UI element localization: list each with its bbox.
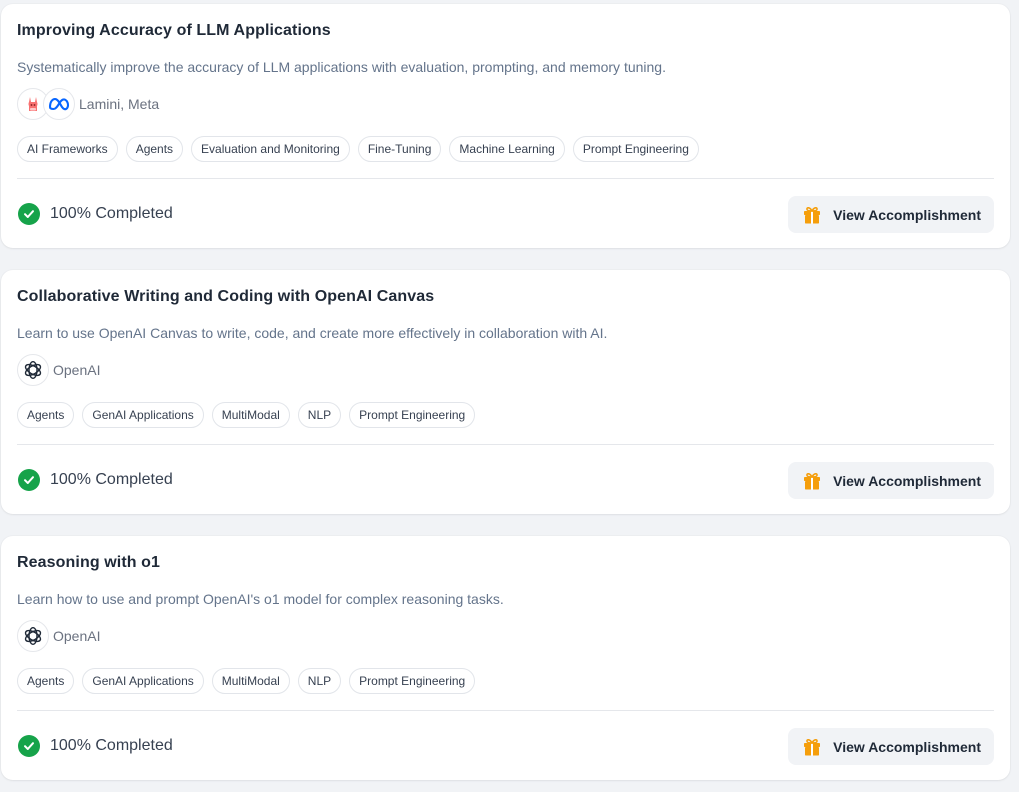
partner-row: OpenAI [17, 354, 100, 386]
tag[interactable]: NLP [297, 402, 342, 428]
openai-logo-icon [17, 620, 49, 652]
tag-list: AI Frameworks Agents Evaluation and Moni… [17, 136, 699, 162]
course-description: Learn how to use and prompt OpenAI's o1 … [17, 591, 504, 607]
completion-status: 100% Completed [18, 203, 173, 225]
tag[interactable]: Agents [17, 402, 75, 428]
view-accomplishment-button[interactable]: View Accomplishment [788, 462, 994, 499]
card-divider [17, 444, 994, 445]
partner-names: Lamini, Meta [79, 96, 160, 112]
course-card[interactable]: Collaborative Writing and Coding with Op… [1, 270, 1010, 514]
partner-row: OpenAI [17, 620, 100, 652]
status-text: 100% Completed [50, 205, 173, 222]
tag[interactable]: AI Frameworks [17, 136, 118, 162]
course-title[interactable]: Collaborative Writing and Coding with Op… [17, 288, 434, 306]
tag[interactable]: NLP [297, 668, 342, 694]
partner-row: Lamini, Meta [17, 88, 159, 120]
course-card[interactable]: Improving Accuracy of LLM Applications S… [1, 4, 1010, 248]
view-accomplishment-button[interactable]: View Accomplishment [788, 728, 994, 765]
view-accomplishment-label: View Accomplishment [833, 472, 981, 489]
status-text: 100% Completed [50, 737, 173, 754]
tag[interactable]: Prompt Engineering [349, 402, 476, 428]
tag[interactable]: Evaluation and Monitoring [191, 136, 350, 162]
gift-icon [801, 204, 823, 226]
meta-logo-icon [43, 88, 75, 120]
view-accomplishment-button[interactable]: View Accomplishment [788, 196, 994, 233]
tag[interactable]: MultiModal [211, 402, 290, 428]
course-title[interactable]: Improving Accuracy of LLM Applications [17, 22, 331, 40]
tag[interactable]: GenAI Applications [82, 402, 204, 428]
view-accomplishment-label: View Accomplishment [833, 206, 981, 223]
partner-names: OpenAI [53, 362, 101, 378]
tag[interactable]: Fine-Tuning [357, 136, 442, 162]
tag[interactable]: Prompt Engineering [572, 136, 699, 162]
tag[interactable]: Prompt Engineering [349, 668, 476, 694]
gift-icon [801, 736, 823, 758]
course-description: Systematically improve the accuracy of L… [17, 59, 666, 75]
check-circle-icon [18, 469, 40, 491]
check-circle-icon [18, 203, 40, 225]
partner-names: OpenAI [53, 628, 101, 644]
openai-logo-icon [17, 354, 49, 386]
view-accomplishment-label: View Accomplishment [833, 738, 981, 755]
gift-icon [801, 470, 823, 492]
tag[interactable]: Agents [125, 136, 184, 162]
tag[interactable]: Agents [17, 668, 75, 694]
status-text: 100% Completed [50, 471, 173, 488]
course-list: Improving Accuracy of LLM Applications S… [0, 0, 1019, 792]
tag[interactable]: Machine Learning [449, 136, 565, 162]
completion-status: 100% Completed [18, 469, 173, 491]
card-divider [17, 710, 994, 711]
course-title[interactable]: Reasoning with o1 [17, 554, 160, 572]
tag[interactable]: GenAI Applications [82, 668, 204, 694]
tag-list: Agents GenAI Applications MultiModal NLP… [17, 668, 476, 694]
check-circle-icon [18, 735, 40, 757]
tag[interactable]: MultiModal [211, 668, 290, 694]
card-divider [17, 178, 994, 179]
completion-status: 100% Completed [18, 735, 173, 757]
course-description: Learn to use OpenAI Canvas to write, cod… [17, 325, 608, 341]
course-card[interactable]: Reasoning with o1 Learn how to use and p… [1, 536, 1010, 780]
tag-list: Agents GenAI Applications MultiModal NLP… [17, 402, 476, 428]
